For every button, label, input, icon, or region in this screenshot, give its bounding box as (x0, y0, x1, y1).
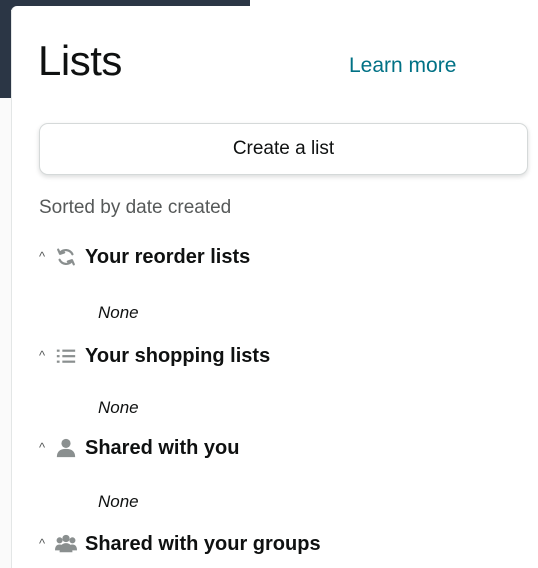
sort-label: Sorted by date created (39, 197, 232, 218)
page-title: Lists (38, 37, 122, 84)
caret-up-icon: ^ (39, 249, 46, 264)
empty-state-text: None (98, 398, 139, 417)
empty-state-text: None (98, 492, 139, 511)
lists-flyout: Lists Learn more Create a list Sorted by… (0, 0, 538, 568)
section-shared-with-you[interactable]: ^ Shared with you (39, 433, 239, 463)
section-title: Shared with you (85, 437, 240, 459)
section-shared-with-groups[interactable]: ^ Shared with your groups (39, 529, 321, 559)
group-icon (53, 531, 79, 557)
section-title: Your shopping lists (85, 345, 271, 367)
learn-more-link[interactable]: Learn more (349, 52, 456, 80)
caret-up-icon: ^ (39, 348, 46, 363)
section-title: Shared with your groups (85, 533, 321, 555)
lists-panel: Lists Learn more Create a list Sorted by… (11, 6, 538, 568)
caret-up-icon: ^ (39, 536, 46, 551)
section-shopping-lists[interactable]: ^ Your shopping lists (39, 341, 270, 371)
empty-state-text: None (98, 303, 139, 322)
person-icon (53, 435, 79, 461)
background-page-strip (0, 98, 11, 568)
list-icon (53, 343, 79, 369)
section-reorder-lists[interactable]: ^ Your reorder lists (39, 242, 250, 272)
create-list-button[interactable]: Create a list (39, 123, 528, 175)
reorder-icon (53, 244, 79, 270)
caret-up-icon: ^ (39, 440, 46, 455)
background-nav-strip (0, 0, 11, 98)
section-title: Your reorder lists (85, 246, 251, 268)
